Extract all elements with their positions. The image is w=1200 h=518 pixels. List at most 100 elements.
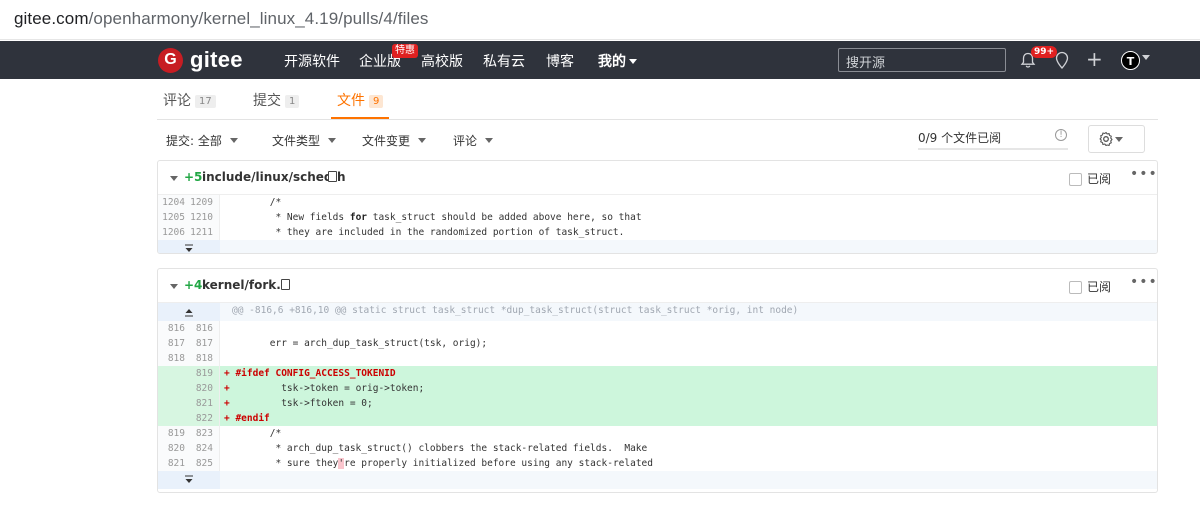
- code-text: * New fields: [224, 212, 350, 223]
- info-icon[interactable]: !: [1055, 129, 1067, 141]
- code-keyword: for: [349, 212, 368, 223]
- old-line-number: 816: [158, 321, 189, 336]
- code-line: + tsk->ftoken = 0;: [220, 396, 1157, 411]
- code-text: tsk->ftoken = 0;: [229, 398, 373, 409]
- checkbox-icon: [1069, 173, 1082, 186]
- filter-file-type[interactable]: 文件类型: [272, 132, 337, 149]
- filter-file-change-label: 文件变更: [362, 134, 411, 148]
- expand-down-icon: [185, 475, 193, 483]
- code-line: + #endif: [220, 411, 1157, 426]
- filter-file-change[interactable]: 文件变更: [362, 132, 427, 149]
- expand-up-icon: [185, 309, 193, 317]
- diff-line: 816 816: [158, 321, 1157, 336]
- new-line-number: 819: [189, 366, 220, 381]
- diff-line: 1206 1211 * they are included in the ran…: [158, 225, 1157, 240]
- diff-file-fork-c: +4 kernel/fork.c 已阅 ••• @@ -816,6 +816,1…: [157, 268, 1158, 493]
- file-additions: +4: [184, 278, 203, 292]
- old-line-number: 1204: [158, 195, 189, 210]
- old-line-number: 821: [158, 456, 189, 471]
- expand-row[interactable]: [158, 471, 1157, 489]
- url-text[interactable]: gitee.com/openharmony/kernel_linux_4.19/…: [14, 9, 429, 29]
- hunk-header: @@ -816,6 +816,10 @@ static struct task_…: [158, 303, 1157, 321]
- settings-button[interactable]: [1088, 125, 1145, 153]
- diff-file-header: +5 include/linux/sched.h 已阅 •••: [158, 161, 1157, 195]
- nav-university[interactable]: 高校版: [421, 51, 463, 71]
- old-line-number: 1206: [158, 225, 189, 240]
- gear-icon: [1099, 131, 1113, 147]
- new-line-number: 1209: [189, 195, 220, 210]
- logo-text: gitee: [190, 47, 243, 72]
- expand-row[interactable]: [158, 240, 1157, 253]
- tab-commits-count: 1: [285, 95, 300, 108]
- expand-up-button[interactable]: [158, 303, 220, 321]
- avatar[interactable]: T: [1121, 51, 1140, 70]
- file-additions: +5: [184, 170, 203, 184]
- more-options-icon[interactable]: •••: [1130, 274, 1157, 290]
- old-line-number: [158, 396, 189, 411]
- viewed-label: 已阅: [1087, 280, 1112, 294]
- diff-line: 820 824 * arch_dup_task_struct() clobbers…: [158, 441, 1157, 456]
- location-pin-icon[interactable]: [1054, 51, 1070, 70]
- avatar-chevron-down-icon[interactable]: [1142, 55, 1150, 60]
- nav-mine[interactable]: 我的: [598, 51, 637, 71]
- diff-line-added: 819 + #ifdef CONFIG_ACCESS_TOKENID: [158, 366, 1157, 381]
- tab-commits[interactable]: 提交 1: [253, 90, 300, 110]
- filter-comment-label: 评论: [453, 134, 478, 148]
- diff-line: 819 823 /*: [158, 426, 1157, 441]
- new-line-number: 818: [189, 351, 220, 366]
- tab-comments[interactable]: 评论 17: [163, 90, 216, 110]
- copy-icon[interactable]: [278, 279, 290, 295]
- nav-blog[interactable]: 博客: [546, 51, 574, 71]
- code-line: * arch_dup_task_struct() clobbers the st…: [224, 443, 648, 454]
- expand-down-button[interactable]: [158, 471, 220, 489]
- plus-icon[interactable]: +: [1086, 49, 1103, 69]
- code-text: #ifdef CONFIG_ACCESS_TOKENID: [229, 368, 396, 379]
- viewed-checkbox[interactable]: 已阅: [1069, 278, 1111, 295]
- file-path[interactable]: kernel/fork.c: [202, 278, 288, 292]
- old-line-number: [158, 381, 189, 396]
- checkbox-icon: [1069, 281, 1082, 294]
- code-text: * sure they: [224, 458, 339, 469]
- new-line-number: 820: [189, 381, 220, 396]
- url-path: /openharmony/kernel_linux_4.19/pulls/4/f…: [88, 9, 429, 28]
- tab-files-label: 文件: [337, 93, 365, 109]
- chevron-down-icon: [229, 138, 238, 143]
- diff-line-added: 822 + #endif: [158, 411, 1157, 426]
- address-bar[interactable]: gitee.com/openharmony/kernel_linux_4.19/…: [0, 0, 1200, 40]
- code-line: /*: [224, 428, 282, 439]
- chevron-down-icon: [1115, 137, 1123, 142]
- tab-files[interactable]: 文件 9: [337, 90, 384, 110]
- code-text: re properly initialized before using any…: [344, 458, 653, 469]
- code-line: + tsk->token = orig->token;: [220, 381, 1157, 396]
- gitee-logo[interactable]: G gitee: [158, 46, 243, 74]
- code-line: /*: [224, 197, 282, 208]
- collapse-toggle-icon[interactable]: [170, 176, 178, 181]
- old-line-number: 820: [158, 441, 189, 456]
- old-line-number: 819: [158, 426, 189, 441]
- filter-commit[interactable]: 提交: 全部: [166, 132, 238, 149]
- copy-icon[interactable]: [325, 171, 337, 187]
- diff-file-header: +4 kernel/fork.c 已阅 •••: [158, 269, 1157, 303]
- tab-files-count: 9: [369, 95, 384, 108]
- file-path[interactable]: include/linux/sched.h: [202, 170, 346, 184]
- search-input[interactable]: 搜开源: [838, 48, 1006, 72]
- new-line-number: 822: [189, 411, 220, 426]
- expand-down-button[interactable]: [158, 240, 220, 253]
- new-line-number: 821: [189, 396, 220, 411]
- new-line-number: 1211: [189, 225, 220, 240]
- collapse-toggle-icon[interactable]: [170, 284, 178, 289]
- more-options-icon[interactable]: •••: [1130, 166, 1157, 182]
- filter-commit-label: 提交: 全部: [166, 134, 222, 148]
- filter-comment[interactable]: 评论: [453, 132, 494, 149]
- code-line: * they are included in the randomized po…: [224, 227, 625, 238]
- nav-open-source[interactable]: 开源软件: [284, 51, 340, 71]
- viewed-label: 已阅: [1087, 172, 1112, 186]
- new-line-number: 824: [189, 441, 220, 456]
- viewed-checkbox[interactable]: 已阅: [1069, 170, 1111, 187]
- nav-private-cloud[interactable]: 私有云: [483, 51, 525, 71]
- diff-file-sched-h: +5 include/linux/sched.h 已阅 ••• 1204 120…: [157, 160, 1158, 254]
- old-line-number: [158, 366, 189, 381]
- old-line-number: [158, 411, 189, 426]
